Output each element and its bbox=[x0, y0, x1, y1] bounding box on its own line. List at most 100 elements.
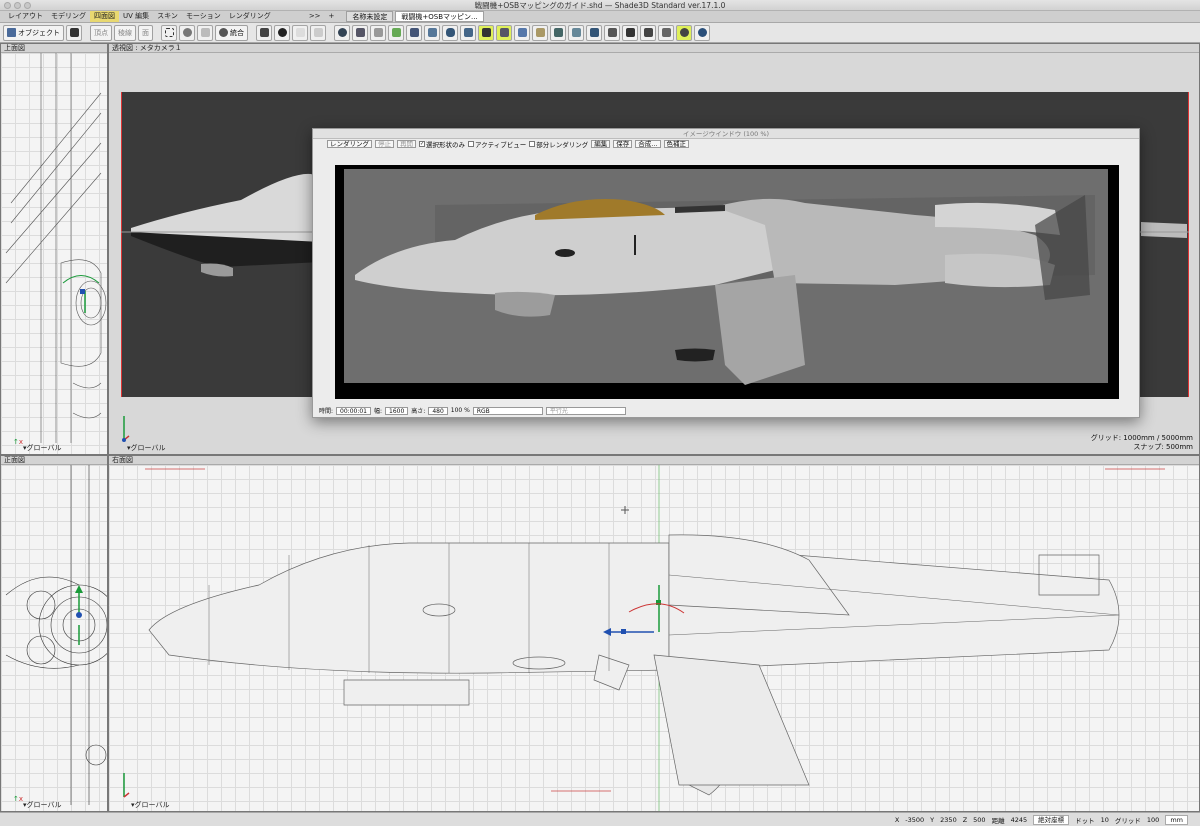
stop-button[interactable]: 停止 bbox=[375, 140, 394, 148]
edge-mode-button[interactable]: 稜線 bbox=[114, 24, 136, 41]
dot-value: 10 bbox=[1100, 815, 1109, 824]
vertex-mode-button[interactable]: 頂点 bbox=[90, 24, 112, 41]
blank-tool-2-icon[interactable] bbox=[310, 24, 326, 41]
target-icon[interactable] bbox=[274, 24, 290, 41]
transform-icon[interactable] bbox=[256, 24, 272, 41]
tab-four-views[interactable]: 四面図 bbox=[90, 11, 119, 22]
top-global-label[interactable]: ▾グローバル bbox=[23, 443, 61, 453]
globe-icon[interactable] bbox=[694, 24, 710, 41]
projection-select[interactable]: 平行光 bbox=[545, 406, 626, 415]
image-window-title: イメージウインドウ (100 %) bbox=[313, 129, 1139, 139]
texture-grid-icon[interactable] bbox=[388, 24, 404, 41]
unit-select[interactable]: mm bbox=[1165, 814, 1188, 825]
image-window-footer: 時間: 00:00:01 幅: 1600 高さ: 480 100 % RGB 平… bbox=[319, 406, 626, 415]
width-field[interactable]: 1600 bbox=[385, 406, 409, 415]
counter-icon[interactable] bbox=[550, 24, 566, 41]
rect-select-icon[interactable] bbox=[161, 24, 177, 41]
blank-tool-icon[interactable] bbox=[292, 24, 308, 41]
vertex-label: 頂点 bbox=[94, 28, 108, 37]
mode-tab-row: レイアウト モデリング 四面図 UV 編集 スキン モーション レンダリング >… bbox=[0, 11, 1200, 23]
partial-render-checkbox[interactable]: 部分レンダリング bbox=[529, 139, 588, 149]
add-tab-button[interactable]: + bbox=[325, 11, 339, 22]
table-icon[interactable] bbox=[406, 24, 422, 41]
tab-layout[interactable]: レイアウト bbox=[4, 11, 47, 22]
doc-tab-fighter[interactable]: 戦闘機+OSBマッピン... bbox=[395, 11, 484, 22]
render-button[interactable]: レンダリング bbox=[327, 140, 372, 148]
title-bar: 戦闘機+OSBマッピングのガイド.shd — Shade3D Standard … bbox=[0, 0, 1200, 11]
snap-size-label: スナップ: 500mm bbox=[1133, 443, 1193, 451]
window-icon[interactable] bbox=[658, 24, 674, 41]
color-correction-button[interactable]: 色補正 bbox=[663, 140, 689, 148]
tab-uv-edit[interactable]: UV 編集 bbox=[119, 11, 153, 22]
coord-mode-select[interactable]: 絶対座標 bbox=[1033, 814, 1070, 825]
grid-info: グリッド: 1000mm / 5000mm スナップ: 500mm bbox=[1091, 434, 1193, 452]
time-field[interactable]: 00:00:01 bbox=[336, 406, 371, 415]
robot-icon[interactable] bbox=[640, 24, 656, 41]
lasso-select-icon[interactable] bbox=[179, 24, 195, 41]
height-field[interactable]: 480 bbox=[428, 406, 448, 415]
dot-label: ドット bbox=[1075, 816, 1095, 825]
window-title: 戦闘機+OSBマッピングのガイド.shd — Shade3D Standard … bbox=[474, 1, 726, 10]
front-view-label: 正面図 bbox=[4, 456, 25, 464]
render-icon[interactable] bbox=[352, 24, 368, 41]
image-icon[interactable] bbox=[568, 24, 584, 41]
distance-label: 距離 bbox=[991, 816, 1005, 825]
object-mode-label: オブジェクト bbox=[18, 28, 60, 37]
main-toolbar: オブジェクト 頂点 稜線 面 統合 bbox=[0, 23, 1200, 43]
light-icon[interactable] bbox=[370, 24, 386, 41]
active-view-checkbox[interactable]: アクティブビュー bbox=[468, 139, 526, 149]
close-window-icon[interactable] bbox=[4, 2, 11, 9]
head-icon[interactable] bbox=[442, 24, 458, 41]
top-viewport[interactable]: 上面図 ↑x ▾グローバル bbox=[0, 43, 108, 455]
zoom-window-icon[interactable] bbox=[24, 2, 31, 9]
minimize-window-icon[interactable] bbox=[14, 2, 21, 9]
ruler-icon[interactable] bbox=[532, 24, 548, 41]
right-view-wireframe bbox=[144, 465, 1178, 811]
tab-overflow-button[interactable]: >> bbox=[305, 11, 325, 22]
front-viewport[interactable]: 正面図 ↑x ▾グローバル bbox=[0, 455, 108, 812]
object-mode-button[interactable]: オブジェクト bbox=[3, 24, 64, 41]
channel-select[interactable]: RGB bbox=[472, 406, 543, 415]
doc-tab-untitled[interactable]: 名称未設定 bbox=[346, 11, 394, 22]
layers-icon[interactable] bbox=[586, 24, 602, 41]
merge-button[interactable]: 統合 bbox=[215, 24, 248, 41]
camera-icon[interactable] bbox=[66, 24, 82, 41]
rendered-image bbox=[335, 165, 1119, 399]
tab-modeling[interactable]: モデリング bbox=[47, 11, 90, 22]
z-value: 500 bbox=[973, 815, 986, 824]
image-window[interactable]: イメージウインドウ (100 %) レンダリング 停止 再開 ✓ 選択形状のみ ア… bbox=[312, 128, 1140, 418]
vehicle-icon[interactable] bbox=[460, 24, 476, 41]
edit-button[interactable]: 編集 bbox=[591, 140, 611, 148]
merge-icon bbox=[219, 28, 228, 37]
grid-icon[interactable] bbox=[424, 24, 440, 41]
face-mode-button[interactable]: 面 bbox=[138, 24, 153, 41]
top-view-wireframe bbox=[5, 53, 107, 443]
zoom-value[interactable]: 100 % bbox=[451, 407, 470, 414]
tab-skin[interactable]: スキン bbox=[153, 11, 182, 22]
save-button[interactable]: 保存 bbox=[613, 140, 633, 148]
merge-label: 統合 bbox=[230, 28, 244, 37]
pattern-icon[interactable] bbox=[496, 24, 512, 41]
chat-icon[interactable] bbox=[676, 24, 692, 41]
front-global-label[interactable]: ▾グローバル bbox=[23, 800, 61, 810]
grid-label: グリッド bbox=[1114, 816, 1141, 825]
composite-button[interactable]: 合成... bbox=[635, 140, 661, 148]
top-view-label: 上面図 bbox=[4, 44, 25, 52]
sphere-icon[interactable] bbox=[334, 24, 350, 41]
paint-select-icon[interactable] bbox=[197, 24, 213, 41]
bounds-icon[interactable] bbox=[622, 24, 638, 41]
selected-only-checkbox[interactable]: ✓ 選択形状のみ bbox=[419, 139, 465, 149]
tab-rendering[interactable]: レンダリング bbox=[225, 11, 275, 22]
x-label: X bbox=[894, 815, 900, 824]
right-global-label[interactable]: ▾グローバル bbox=[131, 800, 169, 810]
nodes-icon[interactable] bbox=[604, 24, 620, 41]
perspective-global-label[interactable]: ▾グローバル bbox=[127, 443, 165, 453]
grid-size-label: グリッド: 1000mm / 5000mm bbox=[1090, 434, 1193, 442]
perspective-axis-gizmo bbox=[122, 416, 130, 442]
resume-button[interactable]: 再開 bbox=[397, 140, 416, 148]
tab-motion[interactable]: モーション bbox=[182, 11, 225, 22]
right-viewport[interactable]: 右面図 ▾グローバル bbox=[108, 455, 1200, 812]
cube-stack-icon[interactable] bbox=[514, 24, 530, 41]
time-label: 時間: bbox=[319, 408, 334, 415]
film-strip-icon[interactable] bbox=[478, 24, 494, 41]
